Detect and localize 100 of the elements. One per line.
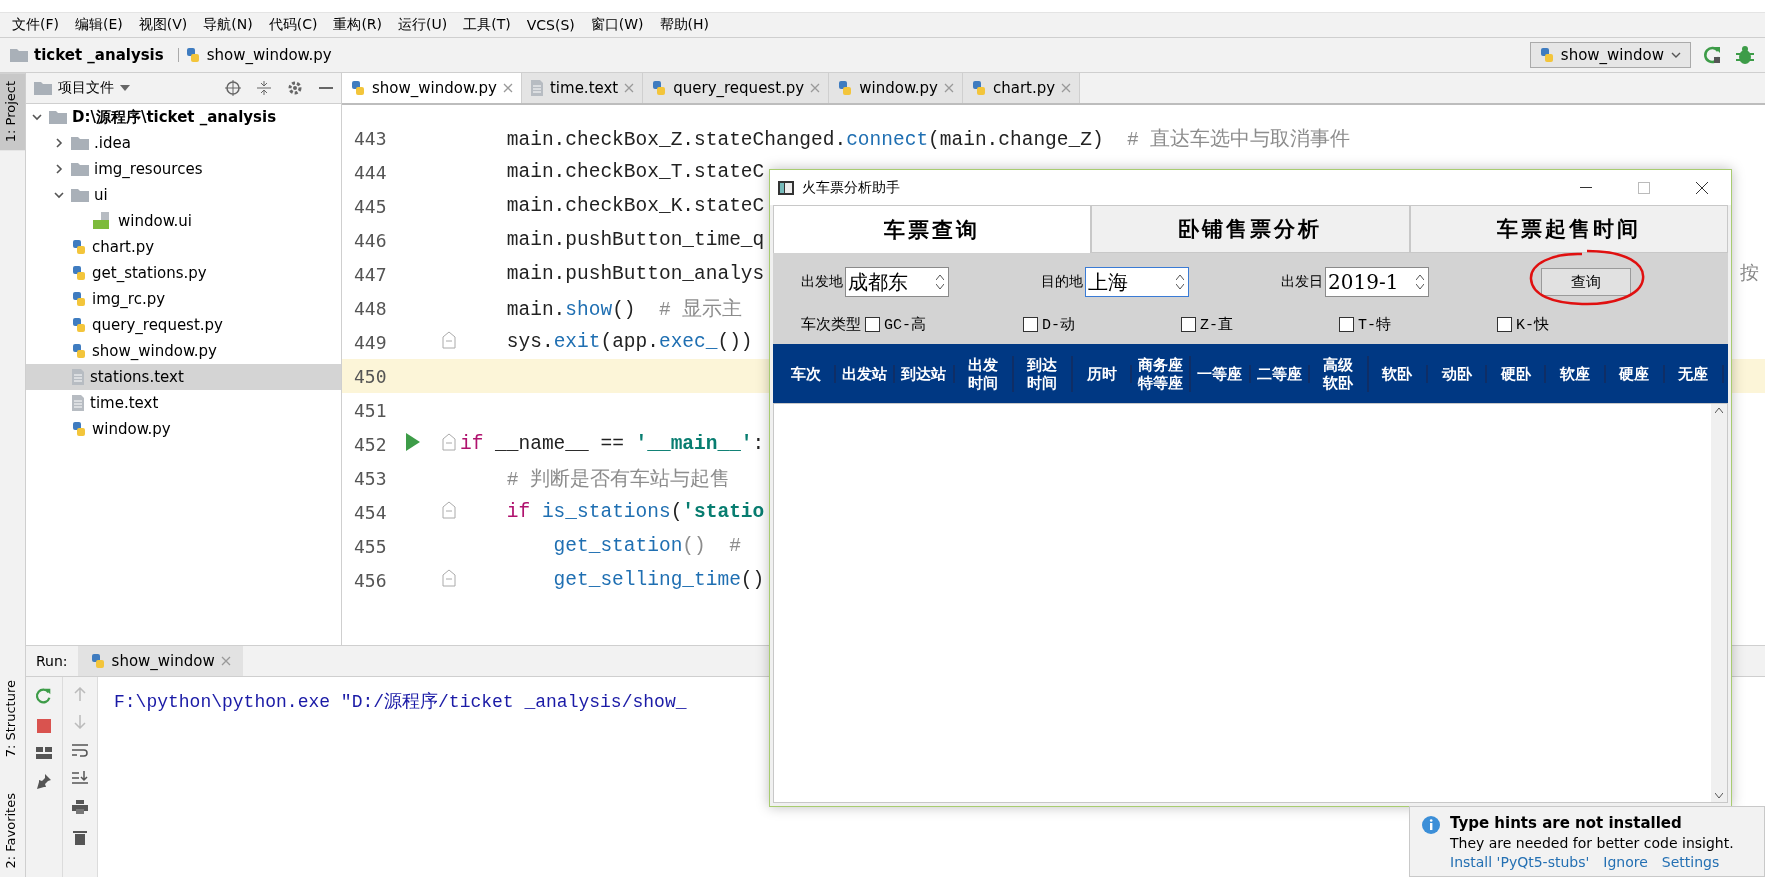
tree-item[interactable]: img_resources xyxy=(26,156,341,182)
menu-item[interactable]: 代码(C) xyxy=(260,16,326,34)
spin-down-icon[interactable] xyxy=(936,284,944,289)
query-button[interactable]: 查询 xyxy=(1541,268,1631,296)
tool-window-tab[interactable]: 1: Project xyxy=(0,73,25,151)
checkbox[interactable]: K-快 xyxy=(1497,315,1549,334)
menu-item[interactable]: 窗口(W) xyxy=(582,16,652,34)
tree-item[interactable]: window.py xyxy=(26,416,341,442)
editor-tab[interactable]: window.py xyxy=(829,73,963,103)
editor-tab[interactable]: query_request.py xyxy=(643,73,830,103)
tree-item[interactable]: get_stations.py xyxy=(26,260,341,286)
column-header-text[interactable]: 软卧 xyxy=(1323,373,1354,392)
crosshair-icon[interactable] xyxy=(225,80,241,96)
column-header-text[interactable]: 动卧 xyxy=(1441,364,1472,383)
run-arrow-icon[interactable] xyxy=(406,433,420,451)
tab[interactable]: 车票起售时间 xyxy=(1409,205,1728,253)
fold-marker-icon[interactable] xyxy=(442,433,456,451)
menu-item[interactable]: 编辑(E) xyxy=(67,16,131,34)
spin-up-icon[interactable] xyxy=(936,275,944,280)
trash-icon[interactable] xyxy=(73,829,87,845)
tree-item[interactable]: chart.py xyxy=(26,234,341,260)
tree-item[interactable]: .idea xyxy=(26,130,341,156)
column-header-text[interactable]: 时间 xyxy=(968,373,999,392)
chevron-right-icon[interactable] xyxy=(53,163,65,175)
tree-item[interactable]: stations.text xyxy=(26,364,341,390)
spin-down-icon[interactable] xyxy=(1416,284,1424,289)
tree-item[interactable]: time.text xyxy=(26,390,341,416)
scrollbar[interactable] xyxy=(1711,404,1727,802)
scroll-down-icon[interactable] xyxy=(1715,793,1723,798)
caret-icon[interactable] xyxy=(120,84,130,92)
column-header-text[interactable]: 二等座 xyxy=(1256,364,1302,383)
tab[interactable]: 车票查询 xyxy=(773,205,1092,253)
checkbox[interactable]: GC-高 xyxy=(865,315,1023,334)
spin-box[interactable]: 上海 xyxy=(1085,267,1189,297)
fold-marker-icon[interactable] xyxy=(442,501,456,519)
print-icon[interactable] xyxy=(72,799,88,815)
column-header-text[interactable]: 历时 xyxy=(1086,364,1117,383)
fold-marker-icon[interactable] xyxy=(442,569,456,587)
rerun-icon[interactable] xyxy=(35,687,53,705)
column-header-text[interactable]: 特等座 xyxy=(1138,373,1184,392)
tab[interactable]: 卧铺售票分析 xyxy=(1091,205,1410,253)
fold-marker-icon[interactable] xyxy=(442,331,456,349)
column-header-text[interactable]: 出发站 xyxy=(842,364,888,383)
menu-item[interactable]: VCS(S) xyxy=(518,17,583,33)
menu-item[interactable]: 导航(N) xyxy=(195,16,261,34)
checkbox[interactable]: T-特 xyxy=(1339,315,1497,334)
menu-item[interactable]: 重构(R) xyxy=(325,16,391,34)
menu-item[interactable]: 工具(T) xyxy=(455,16,519,34)
pin-icon[interactable] xyxy=(36,773,52,789)
breadcrumb-item[interactable]: show_window.py xyxy=(206,46,332,64)
tree-item[interactable]: show_window.py xyxy=(26,338,341,364)
editor-tab[interactable]: time.text xyxy=(521,73,644,103)
tool-window-tab[interactable]: 7: Structure xyxy=(0,672,25,766)
panel-title[interactable]: 项目文件 xyxy=(58,79,114,97)
column-header-text[interactable]: 时间 xyxy=(1027,373,1058,392)
chevron-down-icon[interactable] xyxy=(53,189,65,201)
breadcrumb-item[interactable]: ticket _analysis xyxy=(34,46,164,64)
spin-up-icon[interactable] xyxy=(1176,275,1184,280)
column-header-text[interactable]: 到达站 xyxy=(901,364,947,383)
column-header-text[interactable]: 硬卧 xyxy=(1500,364,1531,383)
menu-item[interactable]: 帮助(H) xyxy=(651,16,717,34)
column-header-text[interactable]: 车次 xyxy=(790,364,821,383)
chevron-right-icon[interactable] xyxy=(53,137,65,149)
editor-tab[interactable]: show_window.py xyxy=(342,73,522,103)
run-tab[interactable]: show_window xyxy=(77,646,243,676)
spin-box[interactable]: 2019-1 xyxy=(1325,267,1429,297)
spin-box[interactable]: 成都东 xyxy=(845,267,949,297)
spin-down-icon[interactable] xyxy=(1176,284,1184,289)
tree-item[interactable]: ui xyxy=(26,182,341,208)
column-header-text[interactable]: 无座 xyxy=(1678,364,1709,383)
checkbox[interactable]: D-动 xyxy=(1023,315,1181,334)
minimize-icon[interactable] xyxy=(319,86,333,90)
column-header-text[interactable]: 高级 xyxy=(1323,355,1354,374)
run-config-dropdown[interactable]: show_window xyxy=(1529,42,1691,68)
chevron-down-icon[interactable] xyxy=(31,111,43,123)
close-icon[interactable] xyxy=(502,83,513,93)
spin-up-icon[interactable] xyxy=(1416,275,1424,280)
notification-link[interactable]: Install 'PyQt5-stubs' xyxy=(1450,853,1590,871)
menu-item[interactable]: 视图(V) xyxy=(130,16,196,34)
notification-link[interactable]: Ignore xyxy=(1603,853,1648,871)
layout-icon[interactable] xyxy=(36,747,52,759)
tree-item[interactable]: query_request.py xyxy=(26,312,341,338)
scroll-to-end-icon[interactable] xyxy=(72,771,88,785)
tree-item[interactable]: D:\源程序\ticket _analysis xyxy=(26,104,341,130)
settings-icon[interactable] xyxy=(287,80,303,96)
menu-item[interactable]: 文件(F) xyxy=(4,16,67,34)
notification-link[interactable]: Settings xyxy=(1661,853,1720,871)
collapse-icon[interactable] xyxy=(257,80,271,96)
column-header-text[interactable]: 硬座 xyxy=(1619,364,1650,383)
menu-item[interactable]: 运行(U) xyxy=(390,16,456,34)
column-header-text[interactable]: 一等座 xyxy=(1197,364,1243,383)
checkbox[interactable]: Z-直 xyxy=(1181,315,1339,334)
column-header-text[interactable]: 出发 xyxy=(968,355,999,374)
editor-tab[interactable]: chart.py xyxy=(962,73,1081,103)
tree-item[interactable]: window.ui xyxy=(26,208,341,234)
column-header-text[interactable]: 软卧 xyxy=(1382,364,1413,383)
tree-item[interactable]: img_rc.py xyxy=(26,286,341,312)
rerun-icon[interactable] xyxy=(1703,45,1723,65)
column-header-text[interactable]: 软座 xyxy=(1560,364,1591,383)
column-header-text[interactable]: 到达 xyxy=(1027,355,1058,374)
